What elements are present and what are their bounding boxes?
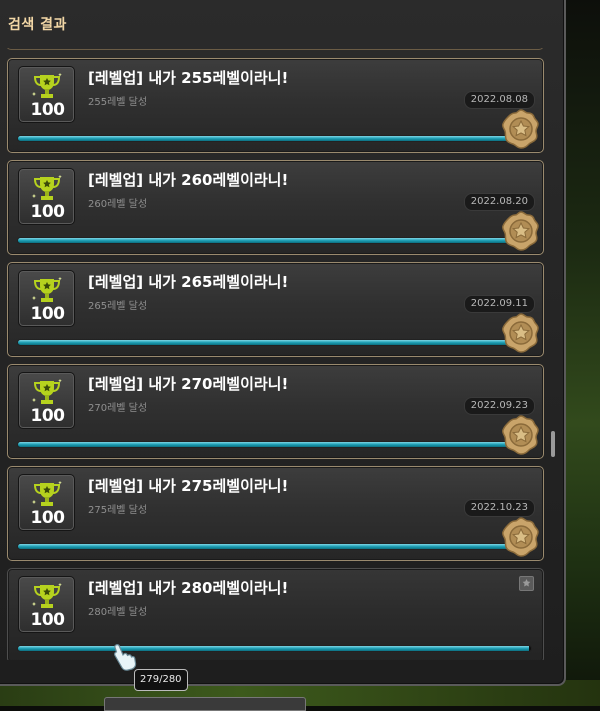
completion-date: 2022.10.23 [463,499,535,517]
progress-fill [18,340,531,345]
achievement-score: 100 [30,304,66,324]
achievement-icon: 100 [18,372,75,429]
achievement-score: 100 [30,508,66,528]
achievement-subtitle: 255레벨 달성 [88,97,148,108]
achievement-icon: 100 [18,576,75,633]
window-title: 검색 결과 [8,17,67,33]
progress-bar [18,340,531,345]
completion-date: 2022.08.20 [463,193,535,211]
previous-card-edge [6,48,544,50]
achievement-score: 100 [30,202,66,222]
achievement-title: [레벨업] 내가 255레벨이라니! [88,69,289,87]
trophy-icon [31,73,62,98]
achievement-icon: 100 [18,66,75,123]
achievement-card[interactable]: 100 [레벨업] 내가 265레벨이라니! 265레벨 달성 2022.09.… [7,262,544,357]
completion-date: 2022.08.08 [463,91,535,109]
achievement-icon: 100 [18,474,75,531]
search-results-window: 검색 결과 100 [레벨업] 내가 255레벨이라니! 255레벨 달성 20… [0,0,566,686]
achievement-subtitle: 265레벨 달성 [88,301,148,312]
completion-seal-icon [502,517,539,557]
progress-fill [18,646,529,651]
achievement-card[interactable]: 100 [레벨업] 내가 275레벨이라니! 275레벨 달성 2022.10.… [7,466,544,561]
achievement-subtitle: 260레벨 달성 [88,199,148,210]
achievement-card[interactable]: 100 [레벨업] 내가 260레벨이라니! 260레벨 달성 2022.08.… [7,160,544,255]
trophy-icon [31,379,62,404]
achievement-card[interactable]: 100 [레벨업] 내가 255레벨이라니! 255레벨 달성 2022.08.… [7,58,544,153]
achievement-card[interactable]: 100 [레벨업] 내가 280레벨이라니! 280레벨 달성 [7,568,544,660]
bottom-hud-tab [104,697,306,711]
achievement-title: [레벨업] 내가 270레벨이라니! [88,375,289,393]
achievement-title: [레벨업] 내가 275레벨이라니! [88,477,289,495]
achievement-title: [레벨업] 내가 260레벨이라니! [88,171,289,189]
progress-bar [18,442,531,447]
locked-badge-icon [519,576,534,591]
trophy-icon [31,277,62,302]
completion-seal-icon [502,415,539,455]
achievement-score: 100 [30,610,66,630]
progress-fill [18,238,531,243]
completion-seal-icon [502,109,539,149]
progress-bar [18,544,531,549]
completion-seal-icon [502,211,539,251]
achievement-icon: 100 [18,270,75,327]
trophy-icon [31,481,62,506]
achievement-score: 100 [30,100,66,120]
hand-cursor-icon [114,644,137,671]
progress-bar [18,238,531,243]
achievement-subtitle: 275레벨 달성 [88,505,148,516]
progress-fill [18,136,531,141]
achievement-card[interactable]: 100 [레벨업] 내가 270레벨이라니! 270레벨 달성 2022.09.… [7,364,544,459]
achievement-icon: 100 [18,168,75,225]
achievement-list: 100 [레벨업] 내가 255레벨이라니! 255레벨 달성 2022.08.… [6,48,546,660]
achievement-title: [레벨업] 내가 265레벨이라니! [88,273,289,291]
achievement-subtitle: 280레벨 달성 [88,607,148,618]
progress-bar [18,646,531,651]
progress-fill [18,442,531,447]
achievement-title: [레벨업] 내가 280레벨이라니! [88,579,289,597]
achievement-subtitle: 270레벨 달성 [88,403,148,414]
progress-tooltip: 279/280 [134,669,188,691]
list-scrollbar[interactable] [551,48,555,658]
achievement-score: 100 [30,406,66,426]
completion-seal-icon [502,313,539,353]
completion-date: 2022.09.23 [463,397,535,415]
game-background-right [565,0,600,706]
progress-fill [18,544,531,549]
scroll-thumb[interactable] [551,431,555,457]
progress-bar [18,136,531,141]
trophy-icon [31,175,62,200]
trophy-icon [31,583,62,608]
completion-date: 2022.09.11 [463,295,535,313]
